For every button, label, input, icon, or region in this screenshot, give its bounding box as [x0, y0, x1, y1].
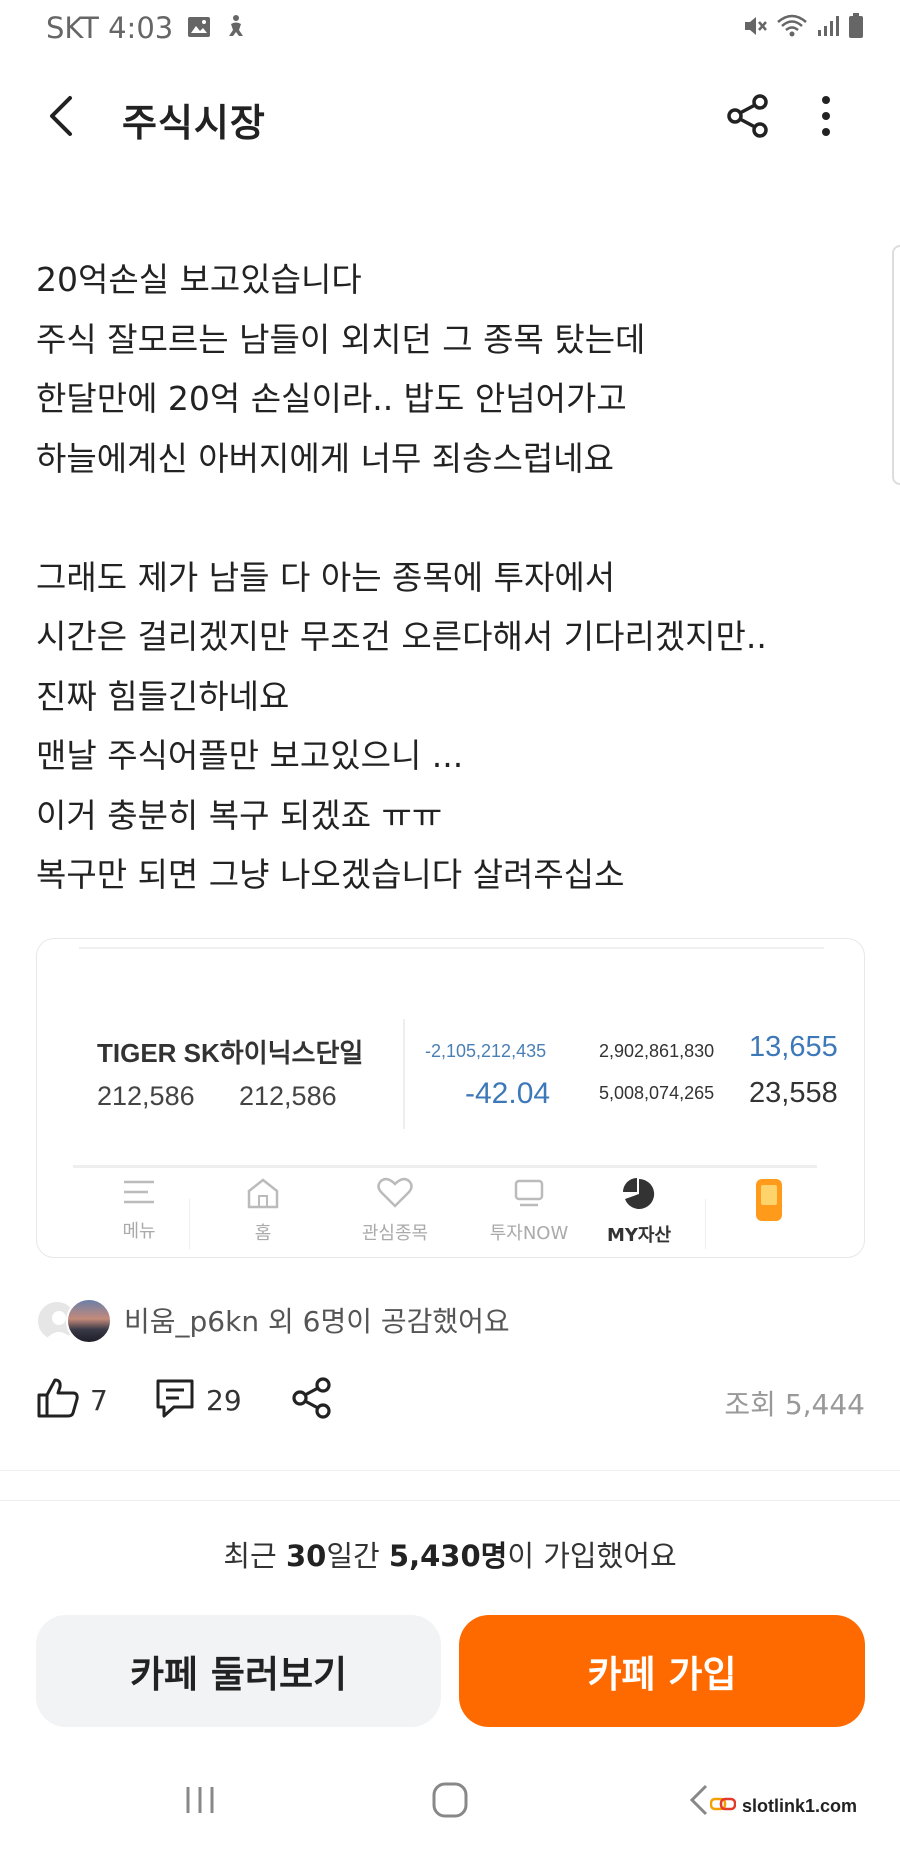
post-actions: 7 29 조회 5,444 [36, 1375, 865, 1425]
nav-divider [705, 1199, 706, 1249]
current-price: 13,655 [749, 1031, 838, 1063]
link-logo-icon [709, 1796, 737, 1817]
phone-app-icon [754, 1177, 784, 1227]
share-icon [725, 93, 771, 143]
watermark: slotlink1.com [709, 1796, 858, 1817]
home-icon [245, 1177, 281, 1213]
stock-holding-row: TIGER SK하이닉스단일 212,586 212,586 -2,105,21… [79, 1019, 838, 1139]
post-line: 맨날 주식어플만 보고있으니 ... [36, 736, 464, 775]
back-button[interactable] [36, 90, 86, 146]
accessibility-icon [225, 11, 247, 45]
nav-item-invest-now: 투자NOW [469, 1177, 589, 1257]
nav-label: MY자산 [606, 1225, 672, 1246]
view-count: 조회 5,444 [724, 1388, 865, 1421]
nav-label: 투자NOW [489, 1223, 569, 1244]
status-bar: SKT 4:03 [0, 0, 900, 56]
battery-icon [848, 13, 864, 43]
embedded-bottom-nav: 메뉴 홈 관심종목 투자NOW MY자산 [79, 1169, 824, 1257]
hamburger-menu-icon [121, 1177, 157, 1211]
join-stats-prefix: 최근 [223, 1539, 286, 1573]
mute-icon [742, 14, 768, 42]
likers-summary[interactable]: 비움_p6kn 외 6명이 공감했어요 [36, 1295, 510, 1345]
scroll-indicator [892, 245, 900, 485]
heart-icon [376, 1177, 414, 1213]
share-icon [290, 1376, 334, 1424]
wifi-icon [776, 14, 808, 42]
nav-item-app [709, 1177, 829, 1257]
post-line: 그래도 제가 남들 다 아는 종목에 투자에서 [36, 557, 616, 597]
available-quantity: 212,586 [239, 1081, 337, 1111]
evaluation-amount: 2,902,861,830 [599, 1041, 715, 1061]
nav-item-menu: 메뉴 [79, 1177, 199, 1257]
comment-count: 29 [206, 1383, 242, 1417]
back-arrow-icon [46, 94, 76, 142]
image-icon [187, 11, 211, 45]
browse-cafe-button[interactable]: 카페 둘러보기 [36, 1615, 441, 1727]
join-stats-members: 5,430명 [388, 1539, 508, 1573]
status-left: SKT 4:03 [46, 11, 247, 45]
stock-name: TIGER SK하이닉스단일 [97, 1038, 364, 1068]
comment-icon [154, 1377, 196, 1423]
purchase-amount: 5,008,074,265 [599, 1083, 715, 1103]
embedded-image[interactable]: TIGER SK하이닉스단일 212,586 212,586 -2,105,21… [36, 938, 865, 1258]
time-text: 4:03 [108, 11, 174, 45]
like-count: 7 [90, 1383, 108, 1417]
pnl-amount: -2,105,212,435 [425, 1041, 547, 1061]
post-body: 20억손실 보고있습니다 주식 잘모르는 남들이 외치던 그 종목 탔는데 한달… [36, 250, 876, 905]
recent-apps-button[interactable] [160, 1772, 240, 1832]
thumbs-up-icon [36, 1377, 80, 1423]
app-header: 주식시장 [0, 72, 900, 162]
nav-label: 관심종목 [361, 1223, 429, 1244]
nav-divider [189, 1199, 190, 1249]
post-line: 이거 충분히 복구 되겠죠 ㅠㅠ [36, 795, 443, 835]
status-carrier-time: SKT 4:03 [46, 11, 173, 45]
page-title: 주식시장 [122, 101, 266, 145]
more-vertical-icon [821, 94, 831, 142]
average-price: 23,558 [749, 1077, 838, 1109]
column-divider [403, 1019, 405, 1129]
join-stats-days: 30 [285, 1539, 327, 1573]
divider [0, 1470, 900, 1471]
like-button[interactable]: 7 [36, 1375, 108, 1425]
pnl-rate: -42.04 [465, 1077, 551, 1110]
share-button[interactable] [720, 90, 776, 146]
home-button[interactable] [410, 1772, 490, 1832]
home-square-icon [430, 1780, 470, 1824]
post-line: 주식 잘모르는 남들이 외치던 그 종목 탔는데 [36, 319, 646, 359]
nav-item-watchlist: 관심종목 [335, 1177, 455, 1257]
post-line: 복구만 되면 그냥 나오겠습니다 살려주십소 [36, 855, 625, 894]
divider [0, 1500, 900, 1501]
avatar-stack [36, 1297, 114, 1344]
avatar [66, 1298, 112, 1344]
divider [73, 1165, 817, 1168]
post-line: 진짜 힘들긴하네요 [36, 676, 290, 716]
divider [79, 947, 824, 949]
watermark-text: slotlink1.com [742, 1796, 858, 1816]
pie-chart-icon [621, 1177, 657, 1215]
join-stats-suffix: 이 가입했어요 [507, 1539, 677, 1573]
signal-icon [816, 14, 840, 42]
join-cafe-button[interactable]: 카페 가입 [459, 1615, 865, 1727]
nav-label: 홈 [254, 1223, 272, 1244]
join-stats: 최근 30일간 5,430명이 가입했어요 [0, 1533, 900, 1575]
post-line: 20억손실 보고있습니다 [36, 260, 362, 299]
share-post-button[interactable] [290, 1375, 334, 1425]
nav-item-my-assets: MY자산 [579, 1177, 699, 1257]
join-stats-middle: 일간 [326, 1539, 389, 1573]
status-right [742, 13, 864, 43]
post-line: 시간은 걸리겠지만 무조건 오른다해서 기다리겠지만.. [36, 617, 767, 656]
nav-label: 메뉴 [122, 1221, 156, 1242]
holding-quantity: 212,586 [97, 1081, 195, 1111]
recent-apps-icon [183, 1785, 217, 1819]
nav-item-home: 홈 [203, 1177, 323, 1257]
carrier-text: SKT [46, 11, 99, 45]
post-line: 하늘에계신 아버지에게 너무 죄송스럽네요 [36, 438, 614, 478]
post-line: 한달만에 20억 손실이라.. 밥도 안넘어가고 [36, 379, 627, 418]
tv-icon [511, 1177, 547, 1213]
likers-text: 비움_p6kn 외 6명이 공감했어요 [124, 1305, 510, 1338]
comment-button[interactable]: 29 [154, 1375, 242, 1425]
more-options-button[interactable] [806, 90, 846, 146]
